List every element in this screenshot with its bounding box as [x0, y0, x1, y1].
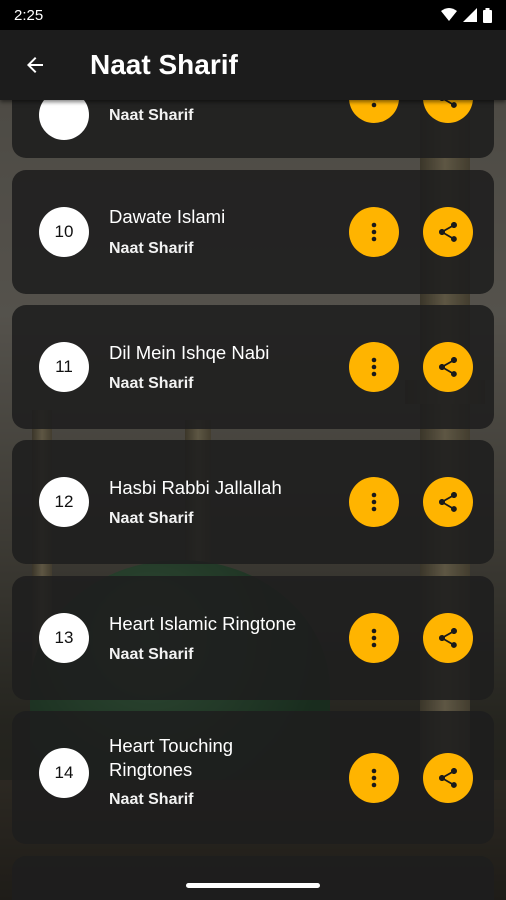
more-options-button[interactable] — [349, 477, 399, 527]
item-title: Heart Islamic Ringtone — [109, 613, 297, 634]
page-title: Naat Sharif — [90, 49, 238, 80]
list-item[interactable]: 14 Heart Touching Ringtones Naat Sharif — [12, 711, 494, 844]
share-button[interactable] — [423, 613, 473, 663]
more-vert-icon — [371, 357, 377, 377]
more-options-button[interactable] — [349, 342, 399, 392]
more-vert-icon — [371, 222, 377, 242]
share-button[interactable] — [423, 753, 473, 803]
item-number: 11 — [39, 342, 89, 392]
item-subtitle: Naat Sharif — [109, 107, 194, 124]
item-subtitle: Naat Sharif — [109, 646, 194, 663]
share-icon — [439, 357, 457, 377]
signal-icon — [463, 8, 477, 22]
back-button[interactable] — [0, 30, 70, 100]
list-item[interactable]: 11 Dil Mein Ishqe Nabi Naat Sharif — [12, 305, 494, 429]
item-number: 13 — [39, 613, 89, 663]
item-subtitle: Naat Sharif — [109, 510, 194, 527]
item-number: 12 — [39, 477, 89, 527]
item-number: 10 — [39, 207, 89, 257]
arrow-back-icon — [27, 57, 43, 73]
wifi-icon — [441, 8, 457, 21]
more-options-button[interactable] — [349, 613, 399, 663]
status-bar: 2:25 — [0, 0, 506, 30]
battery-icon — [483, 7, 492, 23]
share-button[interactable] — [423, 477, 473, 527]
list-item[interactable]: 13 Heart Islamic Ringtone Naat Sharif — [12, 576, 494, 700]
more-vert-icon — [371, 628, 377, 648]
ringtone-list: Naat Sharif 10 Dawate Islami Naat Sharif… — [0, 0, 506, 900]
status-icons — [441, 7, 492, 23]
item-title: Heart Touching Ringtones — [109, 735, 234, 780]
list-item[interactable] — [12, 856, 494, 900]
gesture-nav-handle[interactable] — [186, 883, 320, 888]
list-item[interactable]: 12 Hasbi Rabbi Jallallah Naat Sharif — [12, 440, 494, 564]
share-button[interactable] — [423, 342, 473, 392]
item-subtitle: Naat Sharif — [109, 375, 194, 392]
app-bar: Naat Sharif — [0, 30, 506, 100]
more-options-button[interactable] — [349, 207, 399, 257]
item-number: 14 — [39, 748, 89, 798]
item-subtitle: Naat Sharif — [109, 240, 194, 257]
share-icon — [439, 492, 457, 512]
share-button[interactable] — [423, 207, 473, 257]
share-icon — [439, 768, 457, 788]
more-vert-icon — [371, 768, 377, 788]
item-title: Dil Mein Ishqe Nabi — [109, 342, 270, 363]
share-icon — [439, 628, 457, 648]
more-options-button[interactable] — [349, 753, 399, 803]
item-title: Dawate Islami — [109, 206, 226, 227]
share-icon — [439, 222, 457, 242]
more-vert-icon — [371, 492, 377, 512]
list-item[interactable]: 10 Dawate Islami Naat Sharif — [12, 170, 494, 294]
item-subtitle: Naat Sharif — [109, 791, 194, 808]
item-title: Hasbi Rabbi Jallallah — [109, 477, 282, 498]
status-time: 2:25 — [14, 6, 44, 24]
